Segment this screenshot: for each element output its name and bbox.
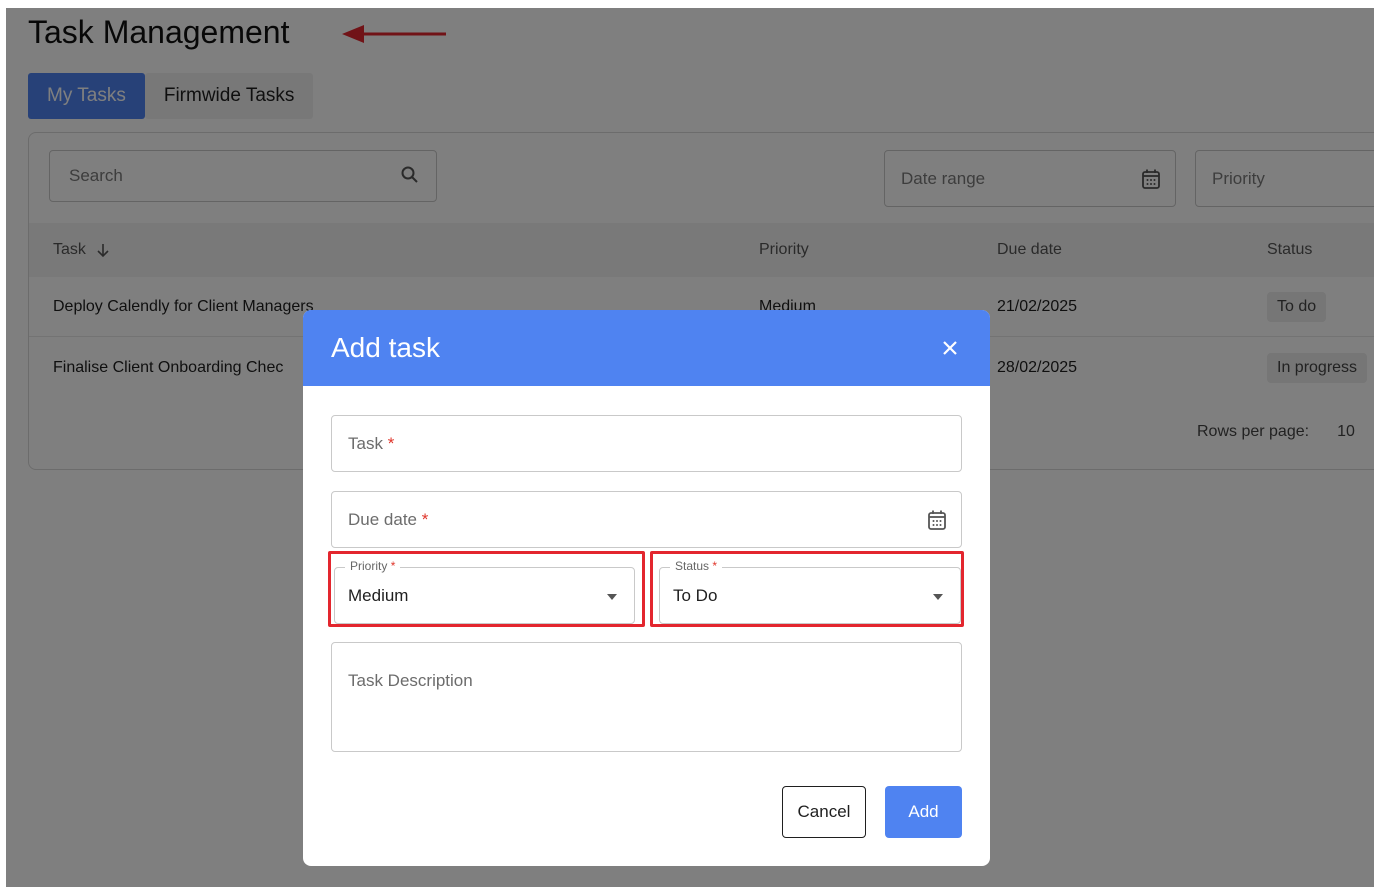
close-button[interactable] [938, 336, 962, 360]
close-icon [943, 341, 957, 355]
priority-select[interactable]: Priority * Medium [334, 559, 635, 624]
priority-field-label: Priority * [345, 559, 401, 573]
task-label: Task * [348, 433, 395, 453]
status-select[interactable]: Status * To Do [659, 559, 961, 624]
due-date-label: Due date * [348, 509, 429, 529]
screenshot-edge [0, 0, 6, 887]
calendar-icon[interactable] [927, 509, 947, 531]
dialog-header: Add task [303, 310, 990, 386]
screenshot-edge [0, 0, 1384, 8]
required-mark: * [712, 559, 718, 573]
due-date-input[interactable]: Due date * [331, 491, 962, 548]
add-task-dialog: Add task Task * Due date * Priority * Me… [303, 310, 990, 866]
screenshot-edge [1374, 0, 1384, 887]
required-mark: * [390, 559, 396, 573]
status-value: To Do [673, 585, 718, 605]
chevron-down-icon [933, 594, 943, 600]
dialog-title: Add task [331, 332, 440, 363]
priority-value: Medium [348, 585, 409, 605]
task-description-input[interactable]: Task Description [331, 642, 962, 752]
status-field-label: Status * [670, 559, 723, 573]
chevron-down-icon [607, 594, 617, 600]
add-button[interactable]: Add [885, 786, 962, 838]
task-input[interactable]: Task * [331, 415, 962, 472]
cancel-button[interactable]: Cancel [782, 786, 866, 838]
required-mark: * [387, 433, 395, 453]
required-mark: * [421, 509, 429, 529]
task-description-placeholder: Task Description [348, 671, 473, 690]
